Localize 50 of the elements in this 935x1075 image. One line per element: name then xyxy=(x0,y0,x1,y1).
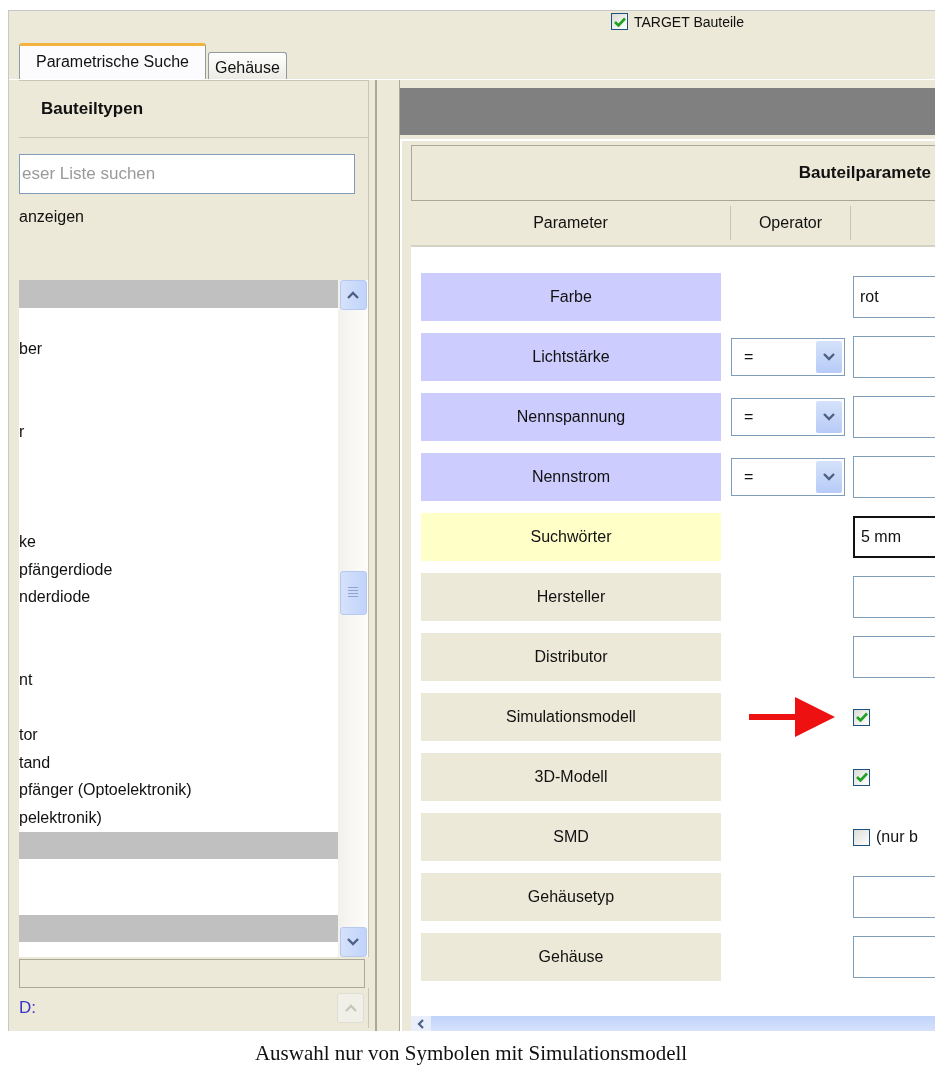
parameter-label: Gehäusetyp xyxy=(421,873,721,921)
checkbox-label: TARGET Bauteile xyxy=(634,13,744,30)
list-item[interactable]: pfängerdiode xyxy=(19,555,338,584)
parameter-label: SMD xyxy=(421,813,721,861)
parameter-label: Nennstrom xyxy=(421,453,721,501)
list-item[interactable]: ke xyxy=(19,528,338,556)
list-item[interactable]: ber xyxy=(19,335,338,363)
column-header: Operator xyxy=(731,206,851,240)
list-item[interactable]: pfänger (Optoelektronik) xyxy=(19,776,338,805)
scroll-down-button[interactable] xyxy=(339,927,367,957)
checkbox[interactable] xyxy=(611,13,628,31)
list-item[interactable]: nt xyxy=(19,666,338,694)
list-item[interactable]: r xyxy=(19,417,338,446)
parameter-label: Simulationsmodell xyxy=(421,693,721,741)
info-label: D: xyxy=(19,998,36,1018)
scroll-thumb[interactable] xyxy=(339,571,367,615)
parameter-label: Suchwörter xyxy=(421,513,721,561)
option-label: anzeigen xyxy=(19,208,84,227)
horizontal-scrollbar[interactable] xyxy=(411,1016,935,1031)
checkbox[interactable] xyxy=(853,828,870,846)
operator-dropdown[interactable]: = xyxy=(731,398,845,436)
scroll-up-button[interactable] xyxy=(339,280,367,310)
list-item[interactable]: tor xyxy=(19,721,338,750)
parameter-label: 3D-Modell xyxy=(421,753,721,801)
tab[interactable]: Parametrische Suche xyxy=(19,43,206,79)
parameter-label: Gehäuse xyxy=(421,933,721,981)
operator-dropdown[interactable]: = xyxy=(731,458,845,496)
operator-dropdown[interactable]: = xyxy=(731,338,845,376)
tab[interactable]: Gehäuse xyxy=(207,52,287,79)
image-caption: Auswahl nur von Symbolen mit Simulationsmodell xyxy=(254,1040,688,1066)
parameter-label: Hersteller xyxy=(421,573,721,621)
splitter[interactable] xyxy=(375,80,400,1031)
list-item[interactable]: pelektronik) xyxy=(19,804,338,832)
panel-title: Bauteilparamete xyxy=(798,163,931,183)
list-item[interactable]: tand xyxy=(19,749,338,777)
checkbox[interactable] xyxy=(853,768,870,786)
parameter-label: Lichtstärke xyxy=(421,333,721,381)
checkbox[interactable] xyxy=(853,708,870,726)
parameter-label: Distributor xyxy=(421,633,721,681)
value-field[interactable]: 5 mm xyxy=(853,516,935,558)
panel-title: Bauteiltypen xyxy=(41,99,144,119)
list-item[interactable] xyxy=(19,831,338,860)
parameter-label: Nennspannung xyxy=(421,393,721,441)
parameter-label: Farbe xyxy=(421,273,721,321)
value-field[interactable]: rot xyxy=(853,276,935,318)
list-item[interactable]: nderdiode xyxy=(19,583,338,612)
scrollbar[interactable] xyxy=(338,280,368,957)
column-header: Parameter xyxy=(411,206,731,240)
checkbox-label: (nur b xyxy=(876,828,918,846)
search-field[interactable]: eser Liste suchen xyxy=(19,154,355,194)
